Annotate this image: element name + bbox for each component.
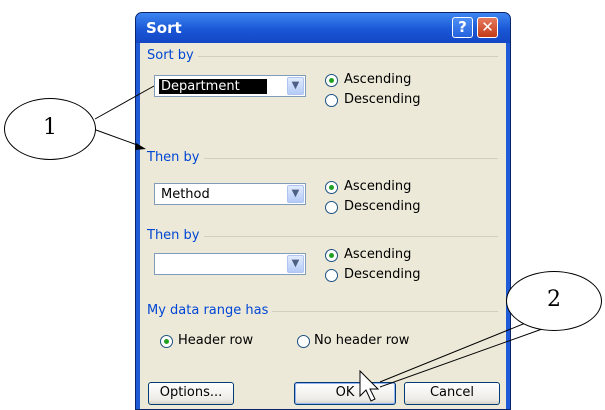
callout-2: 2 <box>506 271 602 331</box>
callout-1-line-lower <box>95 129 141 147</box>
callout-2-line-left <box>379 319 534 383</box>
callout-1-arrowhead <box>135 143 146 150</box>
callout-1-line-upper <box>94 85 155 120</box>
callout-1-number: 1 <box>43 115 57 140</box>
callout-2-line-right <box>379 327 546 388</box>
callout-1: 1 <box>4 98 96 160</box>
annotation-overlay <box>94 85 546 402</box>
callout-2-number: 2 <box>547 287 561 312</box>
mouse-pointer-icon <box>359 369 380 402</box>
